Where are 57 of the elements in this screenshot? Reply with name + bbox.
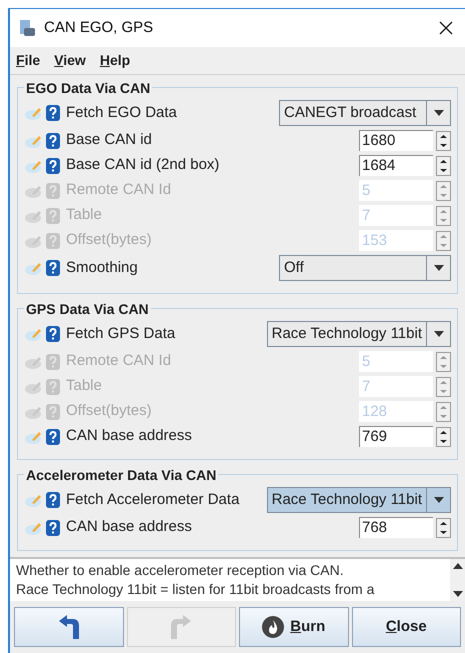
close-icon[interactable] [439,21,453,35]
caret-icon [434,265,444,271]
spinner-buttons[interactable] [436,130,451,150]
spinner-buttons[interactable] [436,426,451,446]
field-label: Smoothing [66,258,138,278]
pencil-icon [24,326,44,342]
number-field[interactable]: 768 [359,517,433,538]
help-text: Whether to enable accelerometer reception via CAN. [16,561,344,580]
help-icon[interactable] [46,326,60,342]
menu-item[interactable]: View [54,50,86,71]
app-icon [18,19,36,37]
field-label: Table [66,376,102,396]
help-icon[interactable] [46,132,60,148]
help-icon[interactable] [46,492,60,508]
caret-icon [434,110,444,116]
number-field[interactable]: 769 [359,426,433,447]
help-icon[interactable] [46,428,60,444]
caret-icon [434,331,444,337]
spinner-buttons[interactable] [436,156,451,176]
burn-button[interactable]: Burn [239,607,348,647]
help-icon[interactable] [46,105,60,121]
dropdown[interactable]: CANEGT broadcast [279,100,451,126]
help-icon[interactable] [46,260,60,276]
field-label: Base CAN id [66,130,152,150]
field-label: Offset(bytes) [66,230,152,250]
up-arrow-icon [452,563,462,569]
menu-item[interactable]: Help [100,50,130,71]
field-label: CAN base address [66,426,192,446]
field-label: Remote CAN Id [66,180,172,200]
help-icon[interactable] [46,158,60,174]
menu-item[interactable]: File [16,50,40,71]
field-label: Fetch GPS Data [66,324,176,344]
down-arrow-icon [452,591,462,597]
help-icon[interactable] [46,520,60,536]
pencil-icon [24,492,44,508]
dropdown[interactable]: Race Technology 11bit [266,487,451,513]
field-label: Table [66,205,102,226]
flame-icon [262,616,284,638]
number-field[interactable]: 1680 [359,130,433,151]
field-label: Fetch Accelerometer Data [66,490,240,510]
help-text: Race Technology 11bit = listen for 11bit broadcasts from a [16,580,374,599]
window-title: CAN EGO, GPS [44,18,154,38]
number-field[interactable]: 1684 [359,155,433,176]
dropdown[interactable]: Race Technology 11bit [266,321,451,347]
caret-icon [434,497,444,503]
field-label: Fetch EGO Data [66,102,177,123]
spinner-buttons[interactable] [436,518,451,538]
pencil-icon [24,260,44,276]
field-label: Base CAN id (2nd box) [66,155,220,176]
dropdown[interactable]: Off [279,255,451,281]
field-label: Remote CAN Id [66,351,172,372]
close-button[interactable]: Close [352,607,461,647]
scrollbar[interactable] [450,559,465,601]
pencil-icon [24,105,44,121]
field-label: Offset(bytes) [66,401,152,422]
undo-button[interactable] [14,607,124,647]
field-label: CAN base address [66,517,192,538]
